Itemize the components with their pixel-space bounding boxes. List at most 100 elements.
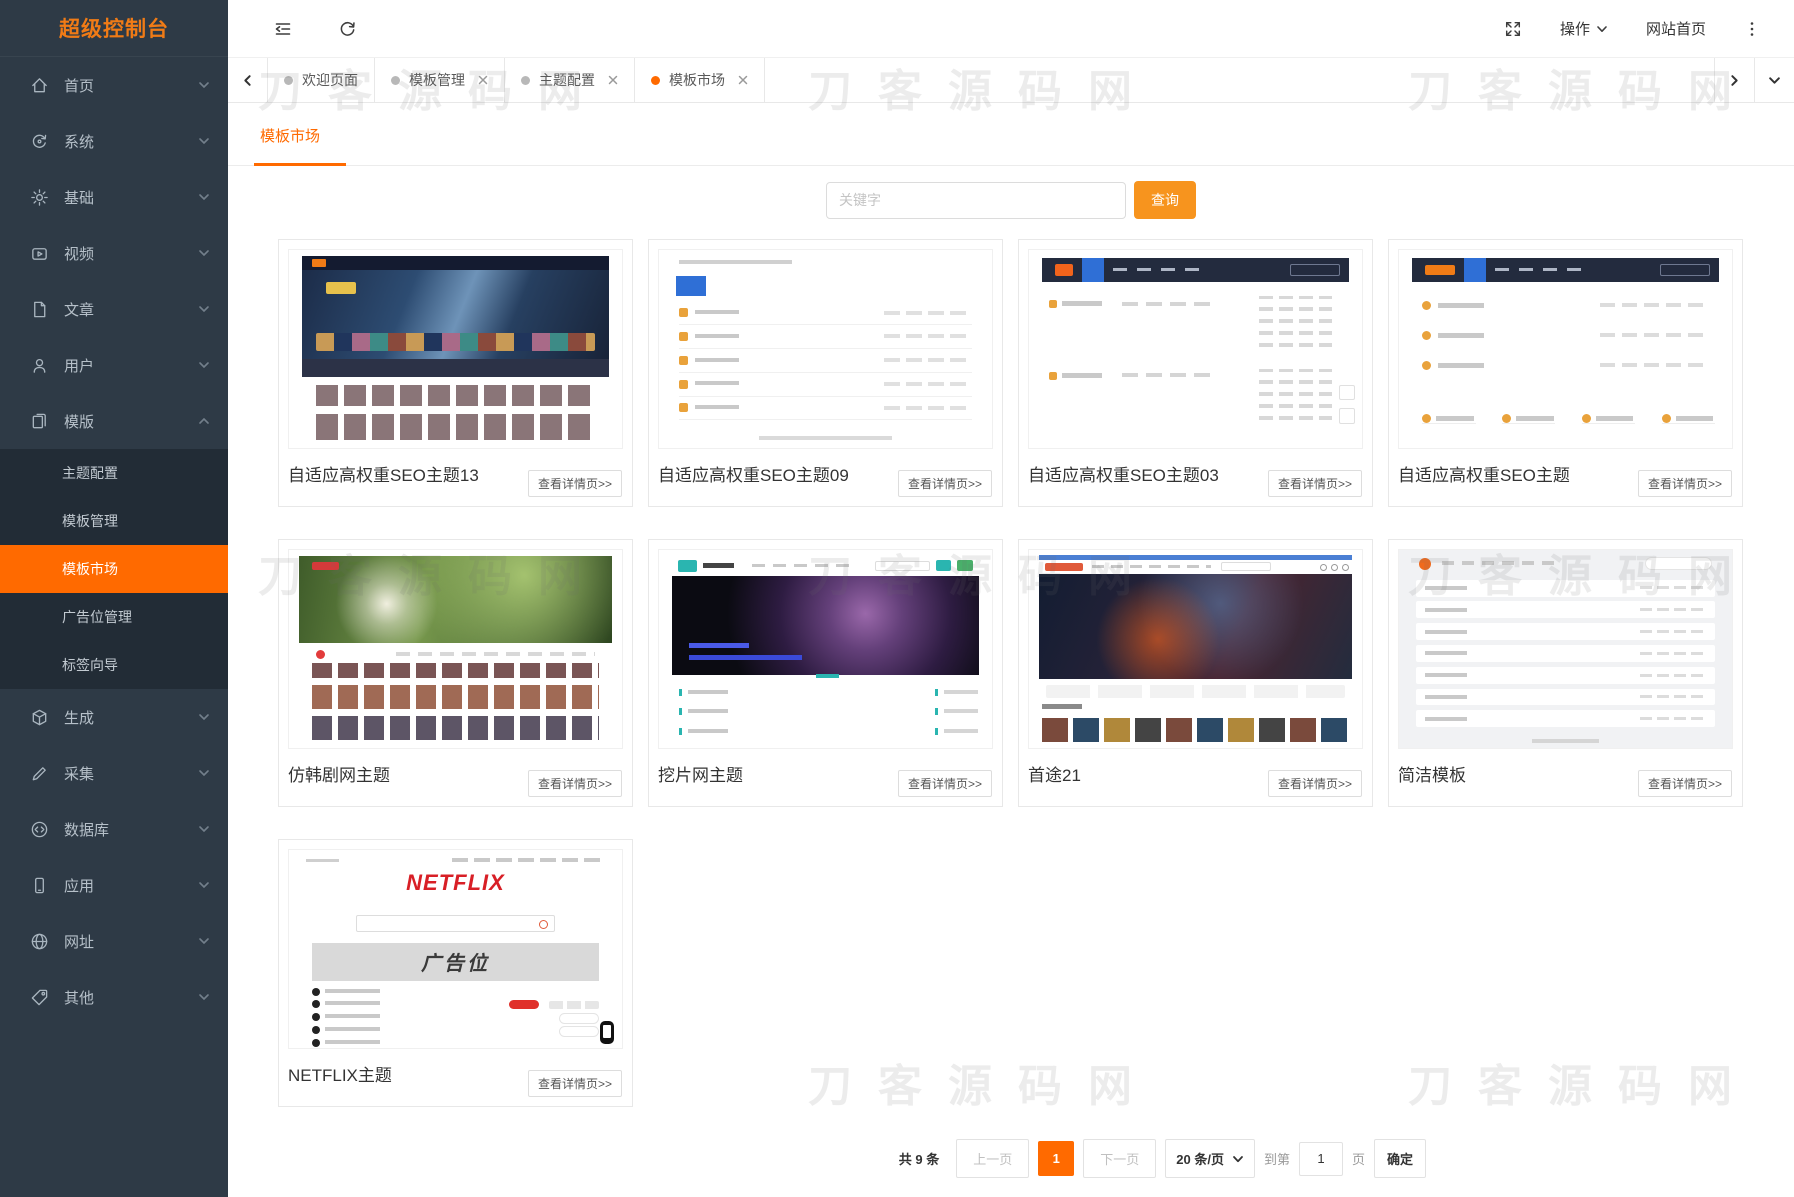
user-icon (30, 356, 49, 375)
search-row: 查询 (228, 181, 1794, 219)
sidebar-item-basic[interactable]: 基础 (0, 169, 228, 225)
tab-theme-config[interactable]: 主题配置 (505, 58, 635, 102)
tab-template-market[interactable]: 模板市场 (635, 58, 765, 102)
view-detail-button[interactable]: 查看详情页>> (898, 770, 992, 797)
page-size-select[interactable]: 20 条/页 (1165, 1139, 1255, 1178)
template-preview (658, 549, 993, 749)
refresh-icon[interactable] (338, 19, 357, 38)
collapse-sidebar-icon[interactable] (273, 19, 293, 39)
video-icon (30, 244, 49, 263)
chevron-down-icon (198, 135, 210, 147)
app-logo: 超级控制台 (0, 0, 228, 57)
chevron-down-icon (198, 767, 210, 779)
card-row: 仿韩剧网主题 查看详情页>> 挖片网主题 查看详情页>> (278, 539, 1794, 807)
submenu-template-manage[interactable]: 模板管理 (0, 497, 228, 545)
template-preview (1398, 249, 1733, 449)
tab-template-manage[interactable]: 模板管理 (375, 58, 505, 102)
close-icon[interactable] (608, 75, 618, 85)
template-icon (30, 412, 49, 431)
view-detail-button[interactable]: 查看详情页>> (528, 470, 622, 497)
tabs-scroll-right[interactable] (1714, 58, 1754, 102)
view-detail-button[interactable]: 查看详情页>> (1268, 470, 1362, 497)
system-icon (30, 132, 49, 151)
sidebar-item-video[interactable]: 视频 (0, 225, 228, 281)
sidebar-item-database[interactable]: 数据库 (0, 801, 228, 857)
sidebar-item-home[interactable]: 首页 (0, 57, 228, 113)
template-preview (1398, 549, 1733, 749)
sidebar-item-collect[interactable]: 采集 (0, 745, 228, 801)
sidebar-item-app[interactable]: 应用 (0, 857, 228, 913)
tabs-scroll-left[interactable] (228, 58, 268, 102)
query-button[interactable]: 查询 (1134, 181, 1196, 219)
tab-spacer (765, 58, 1714, 102)
view-detail-button[interactable]: 查看详情页>> (1638, 470, 1732, 497)
pagination: 共 9 条 上一页 1 下一页 20 条/页 到第 页 确定 (228, 1139, 1426, 1178)
template-preview (1028, 249, 1363, 449)
tab-welcome[interactable]: 欢迎页面 (268, 58, 375, 102)
inner-tab-bar: 模板市场 (228, 104, 1794, 166)
close-icon[interactable] (738, 75, 748, 85)
chevron-down-icon (198, 79, 210, 91)
close-icon[interactable] (478, 75, 488, 85)
prev-page-button[interactable]: 上一页 (956, 1139, 1029, 1178)
submenu-tag-wizard[interactable]: 标签向导 (0, 641, 228, 689)
goto-suffix: 页 (1352, 1149, 1365, 1168)
chevron-down-icon (198, 991, 210, 1003)
template-card: NETFLIX 广告位 NETFLIX主题 查看详情页>> (278, 839, 633, 1107)
card-row: NETFLIX 广告位 NETFLIX主题 查看详情页>> (278, 839, 1794, 1107)
tab-bar: 欢迎页面 模板管理 主题配置 模板市场 (228, 57, 1794, 103)
kebab-menu-icon[interactable] (1744, 20, 1760, 38)
main-content: 模板市场 查询 自适应高权重SEO主题13 查看详情页>> (228, 104, 1794, 1197)
tab-dot (284, 76, 293, 85)
tab-dot (391, 76, 400, 85)
ad-banner: 广告位 (312, 943, 598, 981)
tab-dot (651, 76, 660, 85)
view-detail-button[interactable]: 查看详情页>> (528, 1070, 622, 1097)
sidebar-item-generate[interactable]: 生成 (0, 689, 228, 745)
sidebar-item-user[interactable]: 用户 (0, 337, 228, 393)
sidebar-item-template[interactable]: 模版 (0, 393, 228, 449)
chevron-down-icon (198, 935, 210, 947)
view-detail-button[interactable]: 查看详情页>> (898, 470, 992, 497)
next-page-button[interactable]: 下一页 (1083, 1139, 1156, 1178)
sidebar-item-system[interactable]: 系统 (0, 113, 228, 169)
submenu-template-market[interactable]: 模板市场 (0, 545, 228, 593)
template-preview (1028, 549, 1363, 749)
site-home-link[interactable]: 网站首页 (1646, 18, 1706, 39)
inner-tab-template-market[interactable]: 模板市场 (254, 125, 346, 166)
submenu-ad-manage[interactable]: 广告位管理 (0, 593, 228, 641)
search-input[interactable] (826, 182, 1126, 219)
template-grid: 自适应高权重SEO主题13 查看详情页>> 自适应高权重SEO主题09 查看详情… (228, 219, 1794, 1107)
template-preview (658, 249, 993, 449)
fullscreen-icon[interactable] (1504, 20, 1522, 38)
goto-page-input[interactable] (1299, 1142, 1343, 1176)
current-page[interactable]: 1 (1038, 1141, 1074, 1176)
total-count: 共 9 条 (899, 1149, 939, 1168)
template-card: 仿韩剧网主题 查看详情页>> (278, 539, 633, 807)
view-detail-button[interactable]: 查看详情页>> (528, 770, 622, 797)
card-row: 自适应高权重SEO主题13 查看详情页>> 自适应高权重SEO主题09 查看详情… (278, 239, 1794, 507)
gear-icon (30, 188, 49, 207)
globe-icon (30, 932, 49, 951)
chevron-down-icon (198, 191, 210, 203)
home-icon (30, 76, 49, 95)
sidebar-item-other[interactable]: 其他 (0, 969, 228, 1025)
chevron-up-icon (198, 415, 210, 427)
netflix-logo: NETFLIX (289, 870, 622, 896)
tabs-menu-dropdown[interactable] (1754, 58, 1794, 102)
chevron-down-icon (198, 879, 210, 891)
confirm-button[interactable]: 确定 (1374, 1139, 1426, 1178)
template-preview (288, 549, 623, 749)
sidebar-item-article[interactable]: 文章 (0, 281, 228, 337)
pen-icon (30, 764, 49, 783)
article-icon (30, 300, 49, 319)
template-card: 自适应高权重SEO主题03 查看详情页>> (1018, 239, 1373, 507)
action-dropdown[interactable]: 操作 (1560, 18, 1608, 39)
view-detail-button[interactable]: 查看详情页>> (1638, 770, 1732, 797)
template-preview (288, 249, 623, 449)
sidebar-item-url[interactable]: 网址 (0, 913, 228, 969)
submenu-theme-config[interactable]: 主题配置 (0, 449, 228, 497)
chevron-down-icon (198, 303, 210, 315)
view-detail-button[interactable]: 查看详情页>> (1268, 770, 1362, 797)
chevron-down-icon (1232, 1153, 1244, 1165)
